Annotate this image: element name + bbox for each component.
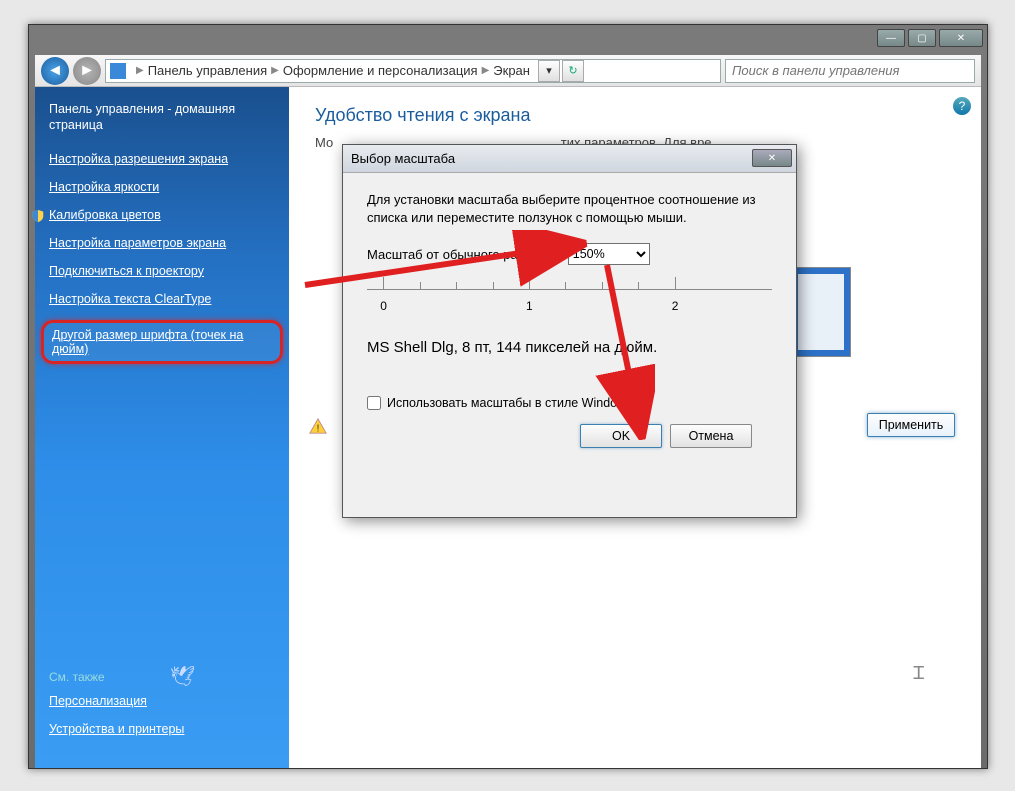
dialog-close-button[interactable]: ✕ [752, 149, 792, 167]
bird-icon: 🕊 [170, 664, 195, 689]
dialog-title: Выбор масштаба [351, 151, 455, 166]
dialog-intro: Для установки масштаба выберите процентн… [367, 191, 772, 227]
page-title: Удобство чтения с экрана [315, 105, 955, 126]
sidebar-link-dpi-highlight: Другой размер шрифта (точек на дюйм) [41, 320, 283, 364]
search-input[interactable] [732, 63, 968, 78]
ruler-tick-0: 0 [380, 299, 387, 313]
sidebar-link-devices[interactable]: Устройства и принтеры [49, 722, 275, 736]
sidebar-link-projector[interactable]: Подключиться к проектору [49, 264, 275, 278]
sidebar-home-link[interactable]: Панель управления - домашняя страница [49, 101, 275, 134]
minimize-button[interactable]: — [877, 29, 905, 47]
xp-scale-checkbox[interactable] [367, 396, 381, 410]
window-titlebar: — ▢ ✕ [29, 25, 987, 55]
refresh-button[interactable]: ↻ [562, 60, 584, 82]
preview-thumbnail [791, 267, 851, 357]
control-panel-icon [110, 63, 126, 79]
sidebar-link-dpi[interactable]: Другой размер шрифта (точек на дюйм) [52, 328, 272, 356]
sidebar-link-calibration[interactable]: Калибровка цветов [49, 208, 275, 222]
breadcrumb-personalization[interactable]: Оформление и персонализация [283, 63, 478, 78]
apply-button[interactable]: Применить [867, 413, 955, 437]
see-also-label: См. также [49, 670, 275, 684]
xp-scale-checkbox-row[interactable]: Использовать масштабы в стиле Windows XP [367, 396, 772, 410]
sidebar-link-params[interactable]: Настройка параметров экрана [49, 236, 275, 250]
back-button[interactable]: ◄ [41, 57, 69, 85]
address-dropdown[interactable]: ▾ [538, 60, 560, 82]
svg-text:!: ! [317, 423, 320, 434]
sidebar: Панель управления - домашняя страница На… [35, 87, 289, 768]
help-icon[interactable]: ? [953, 97, 971, 115]
breadcrumb-screen[interactable]: Экран [493, 63, 530, 78]
ruler-tick-1: 1 [526, 299, 533, 313]
sidebar-link-cleartype[interactable]: Настройка текста ClearType [49, 292, 275, 306]
breadcrumb-cp[interactable]: Панель управления [148, 63, 267, 78]
close-button[interactable]: ✕ [939, 29, 983, 47]
sidebar-link-personalization[interactable]: Персонализация [49, 694, 275, 708]
forward-button[interactable]: ► [73, 57, 101, 85]
sample-text: MS Shell Dlg, 8 пт, 144 пикселей на дюйм… [367, 339, 772, 356]
sidebar-link-brightness[interactable]: Настройка яркости [49, 180, 275, 194]
ruler-tick-2: 2 [672, 299, 679, 313]
ok-button[interactable]: OK [580, 424, 662, 448]
search-box[interactable] [725, 59, 975, 83]
scale-label: Масштаб от обычного размера: [367, 247, 558, 262]
address-bar[interactable]: ▶ Панель управления ▶ Оформление и персо… [105, 59, 721, 83]
dialog-titlebar[interactable]: Выбор масштаба ✕ [343, 145, 796, 173]
maximize-button[interactable]: ▢ [908, 29, 936, 47]
scale-dropdown[interactable]: 150% [568, 243, 650, 265]
text-cursor-icon: Ꮖ [913, 663, 925, 684]
sidebar-link-resolution[interactable]: Настройка разрешения экрана [49, 152, 275, 166]
ruler[interactable]: 0 1 2 [367, 277, 772, 327]
navigation-bar: ◄ ► ▶ Панель управления ▶ Оформление и п… [35, 55, 981, 87]
xp-scale-label: Использовать масштабы в стиле Windows XP [387, 396, 653, 410]
warning-icon: ! [309, 417, 327, 435]
shield-icon [31, 209, 45, 223]
cancel-button[interactable]: Отмена [670, 424, 752, 448]
scale-dialog: Выбор масштаба ✕ Для установки масштаба … [342, 144, 797, 518]
